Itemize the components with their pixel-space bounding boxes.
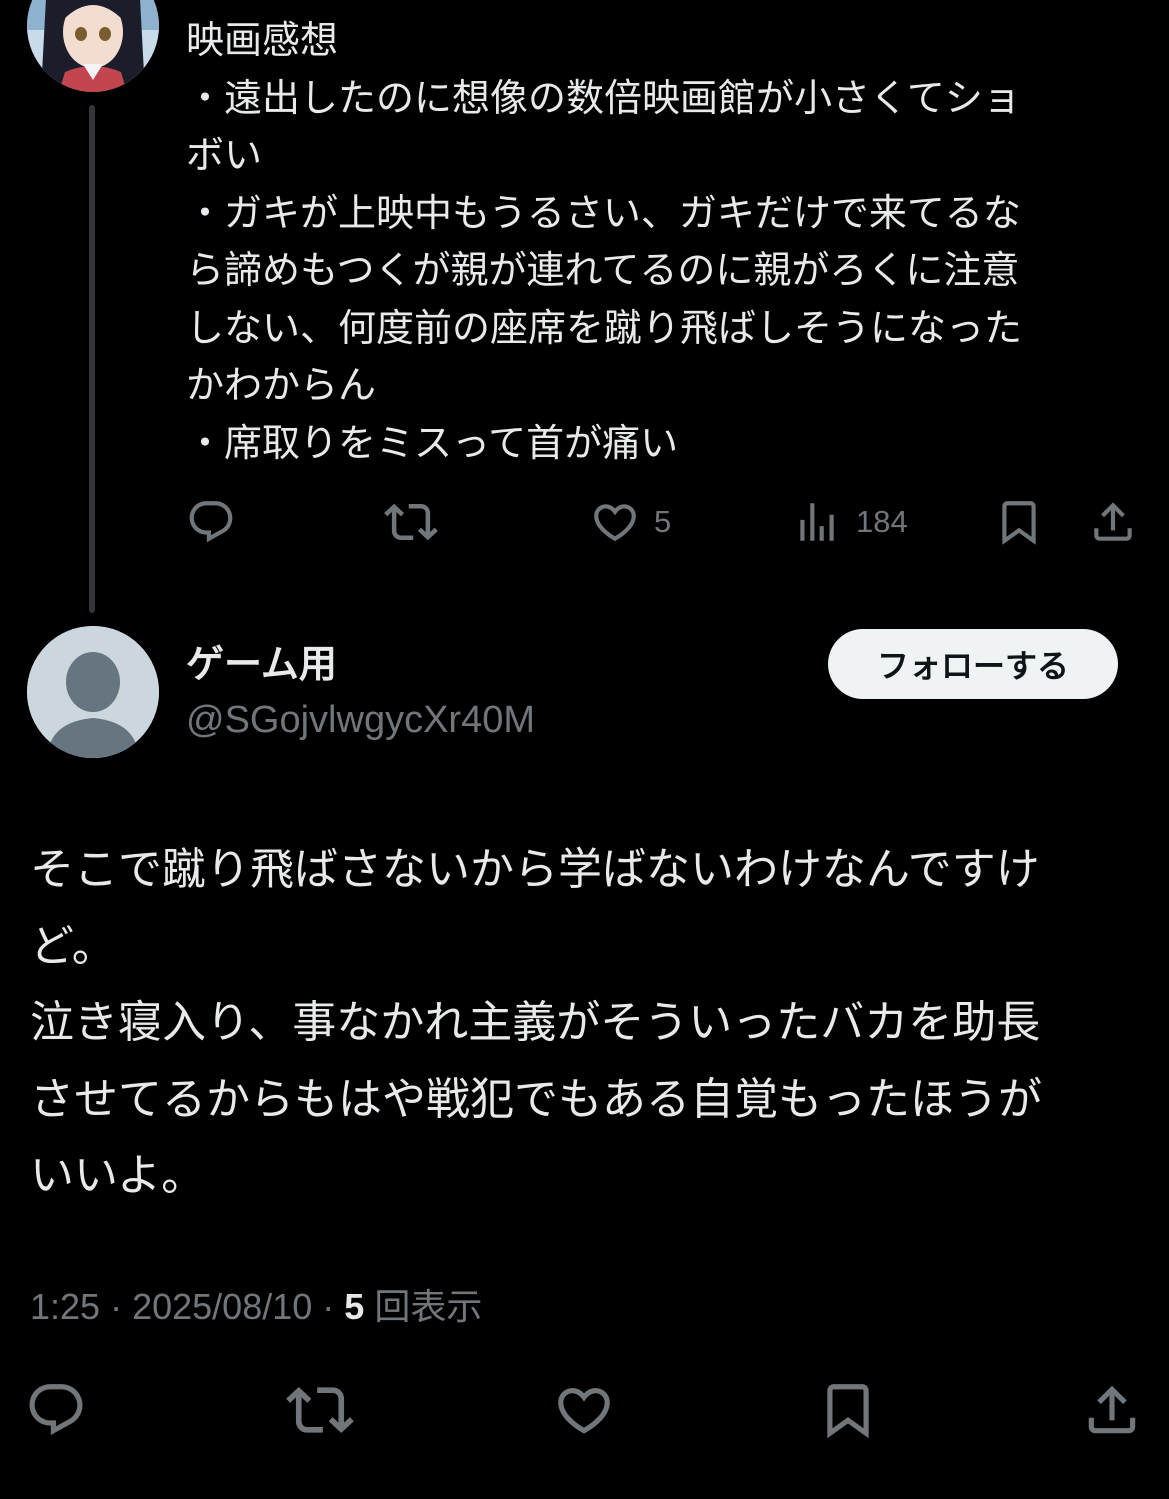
- parent-like-count: 5: [654, 504, 672, 539]
- anime-avatar-image: [27, 0, 159, 92]
- parent-tweet-text: 映画感想・遠出したのに想像の数倍映画館が小さくてショ ボい・ガキが上映中もうるさい…: [186, 12, 1136, 472]
- tweet-meta: 1:25 · 2025/08/10 · 5 回表示: [30, 1282, 482, 1332]
- parent-share-button[interactable]: [1088, 494, 1138, 550]
- like-button[interactable]: [544, 1370, 624, 1450]
- share-button[interactable]: [1072, 1370, 1152, 1450]
- parent-text-line: ・ガキが上映中もうるさい、ガキだけで来てるな: [186, 190, 1021, 235]
- parent-text-line: ら諦めもつくが親が連れてるのに親がろくに注意: [186, 248, 1020, 292]
- parent-text-line: ・席取りをミスって首が痛い: [186, 420, 679, 465]
- reply-text-line: 泣き寝入り、事なかれ主義がそういったバカを助長: [30, 997, 1041, 1048]
- parent-like-button[interactable]: 5: [590, 494, 671, 550]
- share-icon: [1088, 1385, 1136, 1434]
- retweet-icon: [384, 503, 438, 541]
- retweet-button[interactable]: [280, 1370, 360, 1450]
- parent-action-bar: 5 184: [186, 494, 1146, 550]
- parent-bookmark-button[interactable]: [994, 494, 1044, 550]
- parent-text-line: かわからん: [186, 363, 377, 407]
- share-icon: [1094, 502, 1132, 541]
- reply-avatar[interactable]: [27, 626, 159, 758]
- tweet-date[interactable]: 2025/08/10: [132, 1286, 312, 1327]
- parent-text-line: 映画感想: [186, 18, 339, 62]
- retweet-icon: [286, 1386, 354, 1434]
- bookmark-button[interactable]: [808, 1370, 888, 1450]
- meta-separator: ·: [312, 1286, 345, 1327]
- reply-button[interactable]: [16, 1370, 96, 1450]
- parent-retweet-button[interactable]: [384, 494, 438, 550]
- reply-text-line: いいよ。: [30, 1150, 206, 1201]
- heart-icon: [558, 1388, 610, 1434]
- reply-text-line: させてるからもはや戦犯でもある自覚もったほうが: [30, 1073, 1042, 1125]
- tweet-time[interactable]: 1:25: [30, 1286, 100, 1327]
- parent-text-line: ・遠出したのに想像の数倍映画館が小さくてショ: [186, 75, 1021, 120]
- views-chart-icon: [800, 503, 834, 541]
- heart-icon: [594, 504, 636, 542]
- meta-separator: ·: [100, 1286, 133, 1327]
- follow-button[interactable]: フォローする: [828, 629, 1118, 699]
- reply-action-bar: [0, 1370, 1169, 1450]
- bookmark-icon: [827, 1384, 869, 1439]
- thread-line: [89, 105, 95, 613]
- parent-views-button[interactable]: 184: [792, 494, 908, 550]
- bookmark-icon: [1002, 501, 1036, 545]
- reply-tweet-text: そこで蹴り飛ばさないから学ばないわけなんですけ ど。泣き寝入り、事なかれ主義がそう…: [30, 832, 1135, 1215]
- reply-display-name[interactable]: ゲーム用: [186, 638, 337, 690]
- parent-reply-button[interactable]: [186, 494, 236, 550]
- parent-text-line: しない、何度前の座席を蹴り飛ばしそうになった: [186, 305, 1023, 350]
- parent-avatar[interactable]: [27, 0, 159, 92]
- reply-icon: [29, 1384, 83, 1436]
- views-count: 5: [344, 1286, 365, 1327]
- reply-icon: [189, 501, 233, 543]
- parent-text-line: ボい: [186, 133, 263, 177]
- reply-text-line: ど。: [30, 920, 116, 972]
- views-label: 回表示: [374, 1286, 483, 1327]
- reply-text-line: そこで蹴り飛ばさないから学ばないわけなんですけ: [30, 844, 1040, 895]
- parent-views-count: 184: [856, 504, 908, 539]
- default-avatar-icon: [27, 626, 159, 758]
- reply-handle[interactable]: @SGojvlwgycXr40M: [186, 694, 535, 746]
